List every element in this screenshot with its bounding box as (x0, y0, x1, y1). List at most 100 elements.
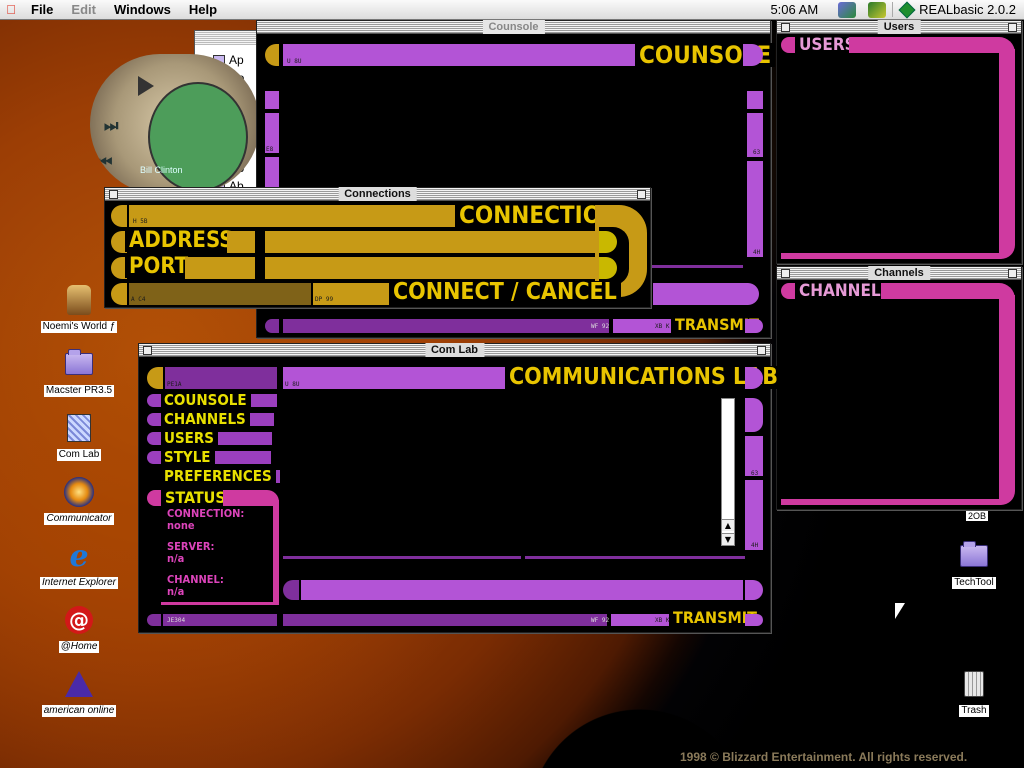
mouse-pointer-icon (895, 603, 905, 619)
folder-icon (63, 348, 95, 380)
scroll-down-arrow-icon[interactable]: ▼ (722, 533, 734, 545)
channels-list[interactable] (785, 299, 999, 499)
menu-edit[interactable]: Edit (62, 0, 105, 20)
window-title: Counsole (482, 20, 545, 34)
zoom-box-icon[interactable] (637, 190, 646, 199)
icon-label: Macster PR3.5 (43, 385, 115, 397)
menu-windows[interactable]: Windows (105, 0, 180, 20)
icon-label: Trash (959, 705, 989, 717)
nav-counsole[interactable]: COUNSOLE (147, 391, 277, 409)
zoom-box-icon[interactable] (1008, 269, 1017, 278)
connections-titlebar[interactable]: Connections (105, 187, 650, 201)
application-menu[interactable]: REALbasic 2.0.2 (892, 1, 1024, 18)
port-field[interactable] (265, 257, 599, 279)
panel-code: WF 92 (591, 323, 610, 330)
sync-icon[interactable] (868, 1, 887, 18)
previous-icon[interactable]: ⏮ (98, 152, 112, 172)
character-icon (63, 284, 95, 316)
partial-icon-label: 2OB (966, 511, 989, 521)
status-connection-value: none (167, 519, 195, 532)
finder-item-label: Ap (229, 53, 244, 67)
window-title: Com Lab (424, 343, 485, 357)
window-title: Users (877, 20, 921, 34)
icon-label: TechTool (952, 577, 996, 589)
status-server-value: n/a (167, 552, 185, 565)
desktop-icon-aol[interactable]: american online (31, 668, 127, 717)
icon-label: Noemi's World ƒ (40, 321, 118, 333)
menu-file[interactable]: File (22, 0, 62, 20)
panel-code: XB K (655, 323, 670, 330)
channels-titlebar[interactable]: Channels (777, 266, 1021, 280)
nav-channels[interactable]: CHANNELS (147, 410, 274, 428)
menu-bar:  File Edit Windows Help 5:06 AM REALbas… (0, 0, 1024, 20)
comlab-titlebar[interactable]: Com Lab (139, 343, 770, 357)
play-icon[interactable] (138, 76, 154, 96)
folder-icon (958, 540, 990, 572)
next-icon[interactable]: ⏭ (104, 116, 118, 136)
desktop-icon-internet-explorer[interactable]: e Internet Explorer (31, 538, 127, 589)
panel-code: 63 (753, 149, 761, 156)
connections-window[interactable]: Connections H 5B CONNECTION ADDRESS PORT… (104, 187, 651, 308)
desktop-icon-trash[interactable]: Trash (926, 668, 1022, 717)
apple-menu-icon[interactable]:  (0, 2, 22, 17)
users-list[interactable] (785, 53, 999, 253)
address-field[interactable] (265, 231, 599, 253)
nav-users[interactable]: USERS (147, 429, 273, 447)
icon-label: @Home (58, 641, 100, 653)
desktop-icon-communicator[interactable]: Communicator (31, 476, 127, 525)
comlab-window[interactable]: Com Lab PE1A U 8U COMMUNICATIONS LAB COU… (138, 343, 782, 633)
application-menu-label: REALbasic 2.0.2 (919, 2, 1016, 17)
status-title: STATUS (161, 490, 230, 506)
realbasic-app-icon (898, 1, 916, 18)
users-window[interactable]: Users USERS (776, 20, 1022, 264)
channels-window[interactable]: Channels CHANNELS (776, 266, 1022, 510)
internet-explorer-icon: e (69, 538, 89, 574)
users-titlebar[interactable]: Users (777, 20, 1021, 34)
panel-code: E8 (266, 146, 274, 153)
window-title: Channels (868, 266, 930, 280)
panel-code: 4H (753, 249, 761, 256)
close-box-icon[interactable] (781, 23, 790, 32)
close-box-icon[interactable] (143, 346, 152, 355)
icon-label: Communicator (44, 513, 114, 525)
media-player[interactable]: ⏭ ⏮ Bill Clinton (90, 54, 260, 194)
panel-code: H 5B (133, 218, 148, 225)
panel-code: XB K (655, 617, 670, 624)
aol-icon (63, 668, 95, 700)
icon-label: Com Lab (56, 449, 102, 461)
address-label: ADDRESS (125, 230, 238, 252)
panel-code: DP 99 (315, 296, 334, 303)
panel-code: WF 92 (591, 617, 610, 624)
icon-label: american online (41, 705, 117, 717)
track-title: Bill Clinton (140, 165, 183, 175)
zoom-box-icon[interactable] (1008, 23, 1017, 32)
menubar-clock[interactable]: 5:06 AM (762, 2, 832, 17)
desktop-icon-com-lab[interactable]: Com Lab (31, 412, 127, 461)
message-scrollbar[interactable]: ▲ ▼ (721, 398, 735, 546)
panel-code: U 8U (287, 58, 302, 65)
status-channel-value: n/a (167, 585, 185, 598)
close-box-icon[interactable] (781, 269, 790, 278)
zoom-box-icon[interactable] (757, 346, 766, 355)
scroll-up-arrow-icon[interactable]: ▲ (722, 519, 734, 531)
comlab-header: COMMUNICATIONS LAB (505, 366, 782, 389)
at-home-icon: @ (63, 604, 95, 636)
comlab-message-area[interactable] (283, 394, 725, 544)
nav-preferences[interactable]: PREFERENCES (147, 467, 280, 485)
window-title: Connections (338, 187, 417, 201)
panel-code: A C4 (131, 296, 146, 303)
close-box-icon[interactable] (109, 190, 118, 199)
desktop-icon-at-home[interactable]: @ @Home (31, 604, 127, 653)
counsole-titlebar[interactable]: Counsole (257, 20, 770, 34)
nav-style[interactable]: STYLE (147, 448, 271, 466)
control-strip-icon[interactable] (838, 1, 857, 18)
trash-icon (958, 668, 990, 700)
connect-cancel-button[interactable]: CONNECT / CANCEL (389, 281, 621, 304)
desktop-icon-macster[interactable]: Macster PR3.5 (31, 348, 127, 397)
panel-code: U 8U (285, 381, 300, 388)
menu-help[interactable]: Help (180, 0, 226, 20)
message-input[interactable] (301, 580, 743, 600)
panel-code: 4H (751, 542, 759, 549)
document-icon (63, 412, 95, 444)
desktop-icon-techtool[interactable]: TechTool (926, 540, 1022, 589)
